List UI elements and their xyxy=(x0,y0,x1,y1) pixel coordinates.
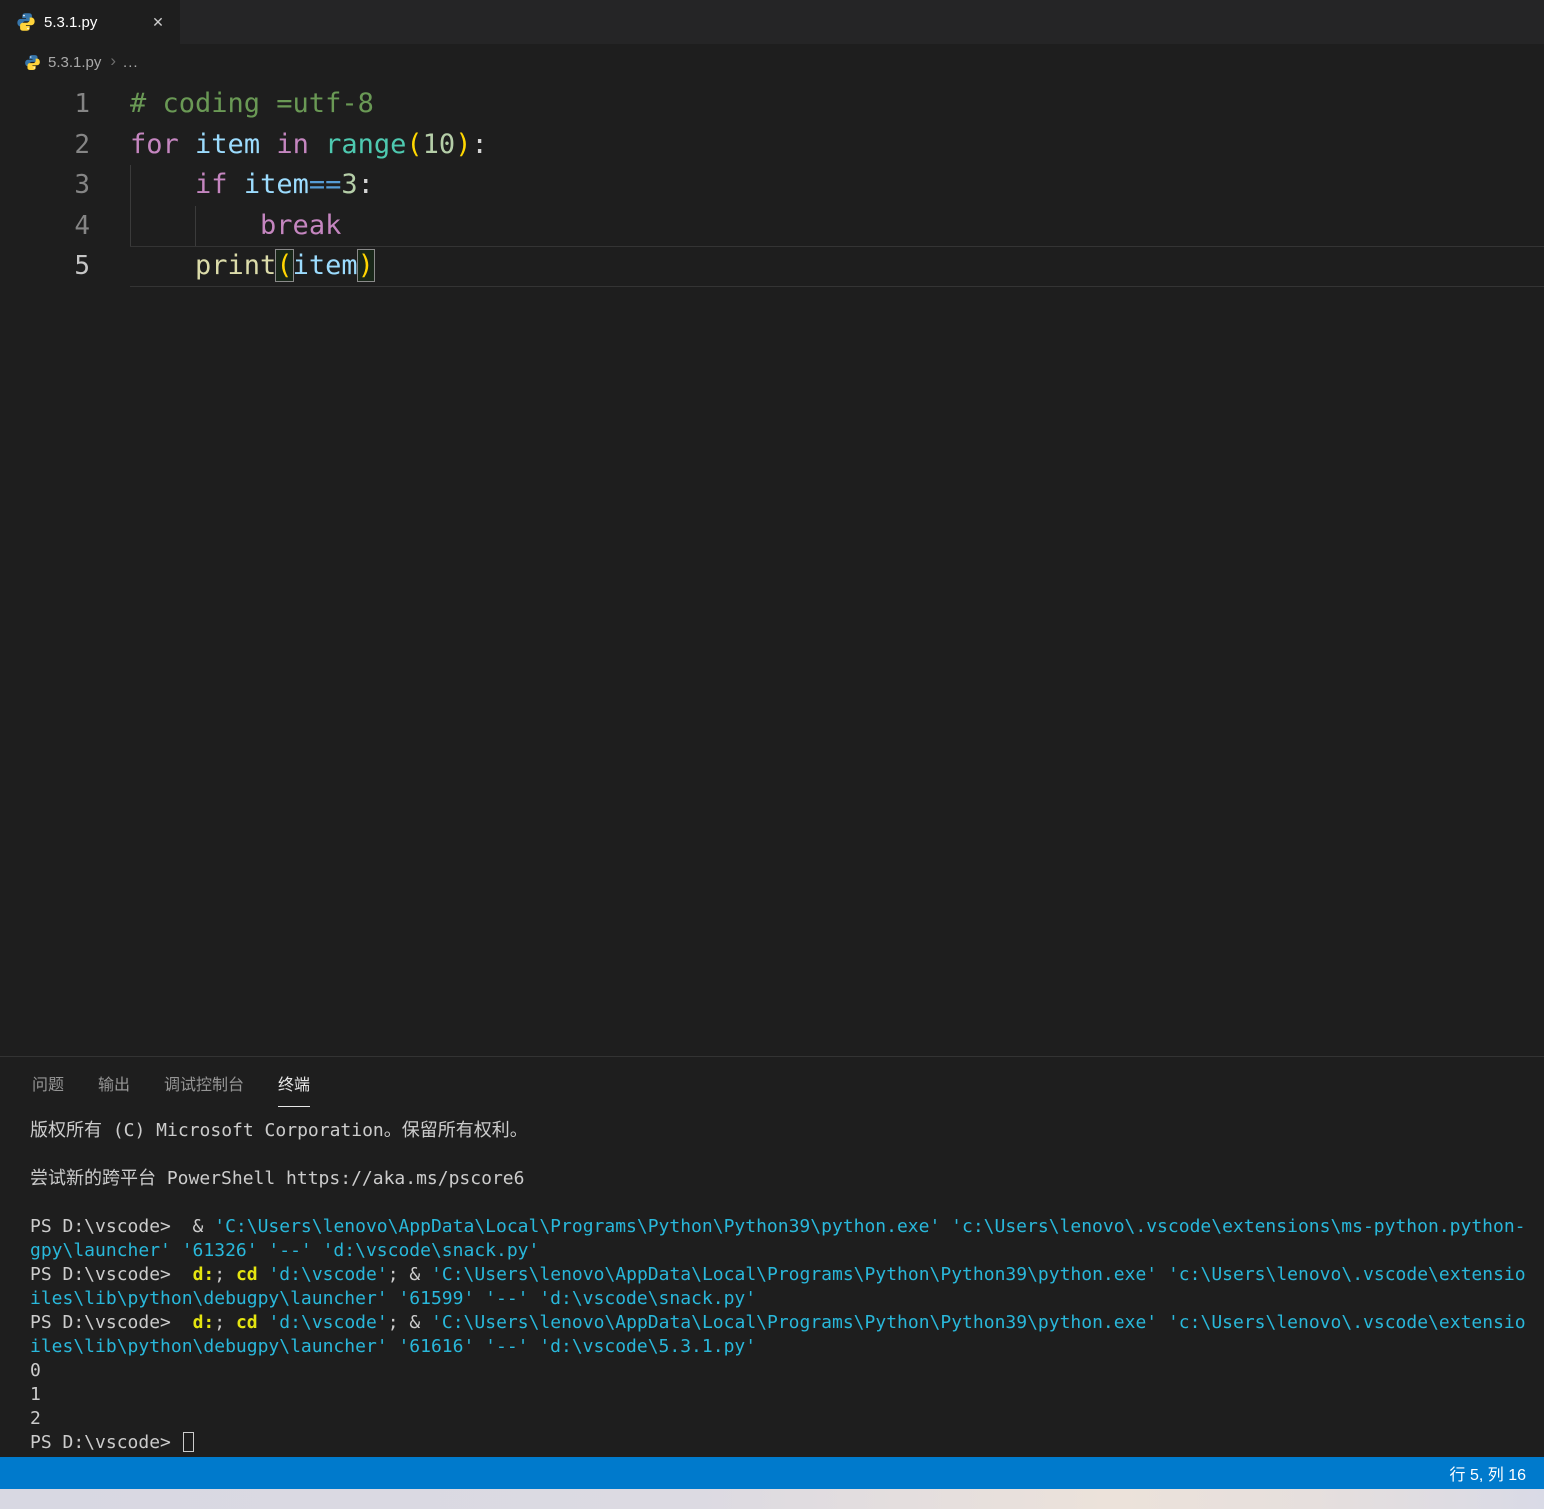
terminal-line: iles\lib\python\debugpy\launcher' '61616… xyxy=(30,1336,757,1357)
terminal-line: iles\lib\python\debugpy\launcher' '61599… xyxy=(30,1288,757,1309)
status-bar: 行 5, 列 16 xyxy=(0,1457,1544,1489)
terminal-line: 版权所有 (C) Microsoft Corporation。保留所有权利。 xyxy=(30,1120,528,1141)
tab-title: 5.3.1.py xyxy=(44,13,98,31)
breadcrumb-file[interactable]: 5.3.1.py xyxy=(48,54,101,71)
panel-tab-output[interactable]: 输出 xyxy=(98,1071,130,1107)
terminal-cursor xyxy=(182,1432,194,1452)
code-editor[interactable]: 1 # coding =utf-8 2 for item in range(10): 3… xyxy=(0,80,1544,1056)
editor-tab-bar: 5.3.1.py ✕ xyxy=(0,0,1544,44)
code-line: 3 if item==3: xyxy=(0,165,1544,206)
panel-tab-debug-console[interactable]: 调试控制台 xyxy=(164,1071,244,1107)
cursor-position-indicator[interactable]: 行 5, 列 16 xyxy=(1450,1461,1526,1485)
terminal-line: 2 xyxy=(30,1408,41,1429)
line-number: 2 xyxy=(74,129,90,160)
vscode-window: 5.3.1.py ✕ 5.3.1.py › ... 1 # coding =utf… xyxy=(0,0,1544,1509)
close-icon[interactable]: ✕ xyxy=(148,12,168,32)
terminal[interactable]: 版权所有 (C) Microsoft Corporation。保留所有权利。 尝试… xyxy=(30,1119,1544,1455)
code-line: 5 print(item) xyxy=(0,246,1544,287)
terminal-line: gpy\launcher' '61326' '--' 'd:\vscode\sn… xyxy=(30,1240,540,1261)
terminal-line: 1 xyxy=(30,1384,41,1405)
terminal-line: PS D:\vscode> d:; cd 'd:\vscode'; & 'C:\… xyxy=(30,1312,1526,1333)
bottom-panel: 问题 输出 调试控制台 终端 版权所有 (C) Microsoft Corporati… xyxy=(0,1056,1544,1457)
terminal-line: 尝试新的跨平台 PowerShell https://aka.ms/pscore… xyxy=(30,1168,525,1189)
line-number: 1 xyxy=(74,89,90,119)
code-line: 4 break xyxy=(0,206,1544,247)
tab-5-3-1-py[interactable]: 5.3.1.py ✕ xyxy=(0,0,180,44)
panel-tab-problems[interactable]: 问题 xyxy=(32,1071,64,1107)
terminal-line: PS D:\vscode> & 'C:\Users\lenovo\AppData… xyxy=(30,1216,1526,1237)
line-number: 4 xyxy=(74,210,90,241)
panel-tab-bar: 问题 输出 调试控制台 终端 xyxy=(32,1071,311,1107)
code-line: 1 # coding =utf-8 xyxy=(0,84,1544,125)
terminal-line: PS D:\vscode> d:; cd 'd:\vscode'; & 'C:\… xyxy=(30,1264,1526,1285)
breadcrumb[interactable]: 5.3.1.py › ... xyxy=(0,44,1544,80)
terminal-line: PS D:\vscode> xyxy=(30,1431,1544,1455)
line-number: 3 xyxy=(74,170,90,200)
line-number: 5 xyxy=(74,251,90,281)
chevron-right-icon: › xyxy=(110,51,117,70)
python-file-icon xyxy=(24,54,41,71)
code-line: 2 for item in range(10): xyxy=(0,125,1544,166)
panel-tab-terminal[interactable]: 终端 xyxy=(278,1071,311,1107)
terminal-line: 0 xyxy=(30,1360,41,1381)
desktop-taskbar-strip xyxy=(0,1489,1544,1509)
python-file-icon xyxy=(16,12,36,32)
breadcrumb-ellipsis[interactable]: ... xyxy=(123,54,139,71)
